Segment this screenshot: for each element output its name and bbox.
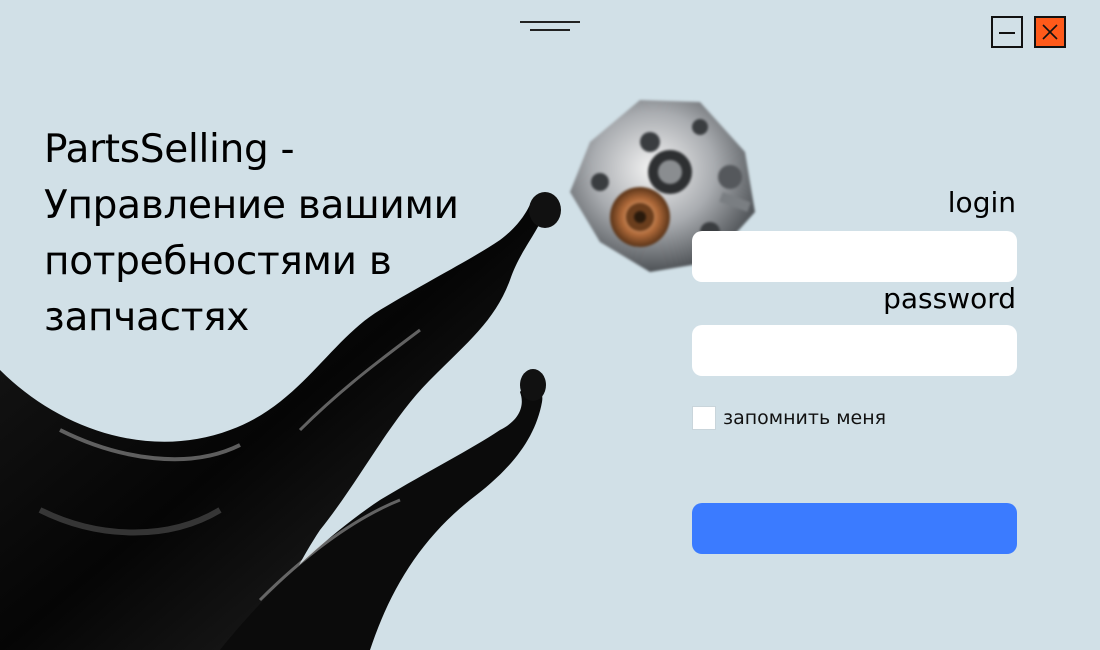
close-button[interactable] bbox=[1034, 16, 1066, 48]
remember-me-label: запомнить меня bbox=[723, 407, 887, 429]
minimize-button[interactable] bbox=[991, 16, 1023, 48]
drag-handle-icon[interactable] bbox=[520, 18, 580, 36]
remember-me-row: запомнить меня bbox=[692, 405, 886, 431]
app-title: PartsSelling - Управление вашими потребн… bbox=[44, 127, 459, 340]
drag-handle-line bbox=[530, 29, 570, 31]
close-icon bbox=[1042, 24, 1058, 40]
minimize-icon bbox=[999, 32, 1015, 34]
password-field[interactable] bbox=[692, 325, 1017, 376]
remember-me-checkbox[interactable] bbox=[692, 406, 716, 430]
login-button[interactable] bbox=[692, 503, 1017, 554]
login-field[interactable] bbox=[692, 231, 1017, 282]
password-label: password bbox=[883, 282, 1016, 315]
login-label: login bbox=[947, 186, 1016, 219]
drag-handle-line bbox=[520, 21, 580, 23]
